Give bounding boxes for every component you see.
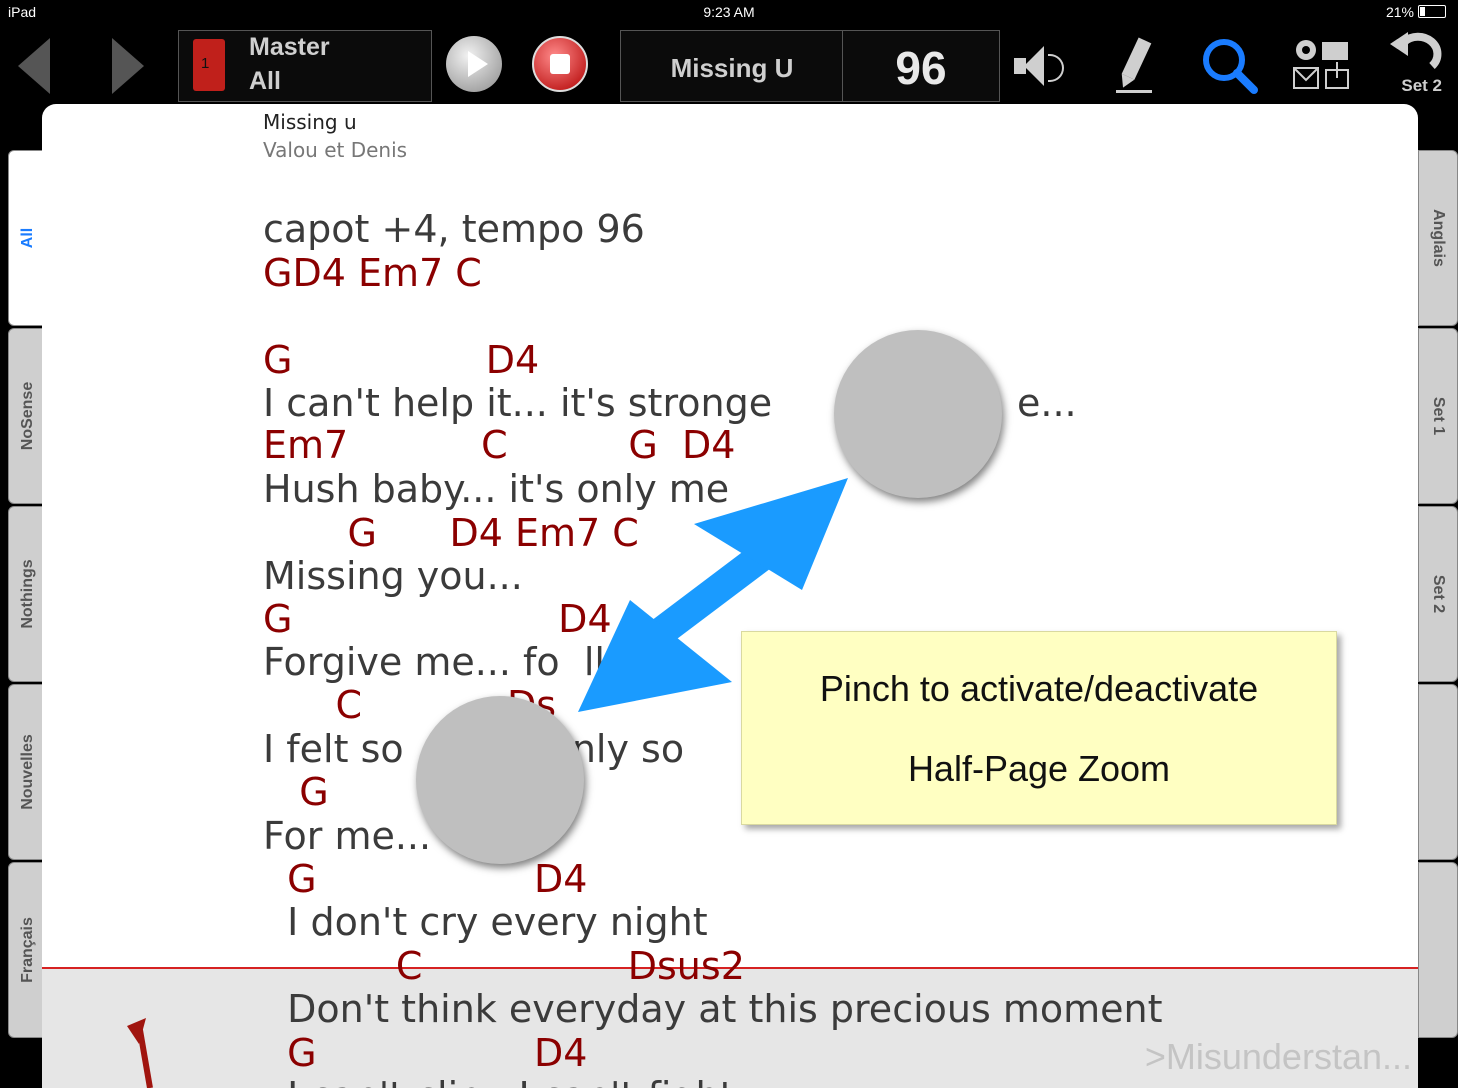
- instruction-callout: Pinch to activate/deactivate Half-Page Z…: [741, 631, 1337, 825]
- pinch-arrow-icon: [127, 478, 848, 1088]
- callout-line-2: Half-Page Zoom: [907, 748, 1171, 789]
- callout-line-1: Pinch to activate/deactivate: [819, 668, 1259, 709]
